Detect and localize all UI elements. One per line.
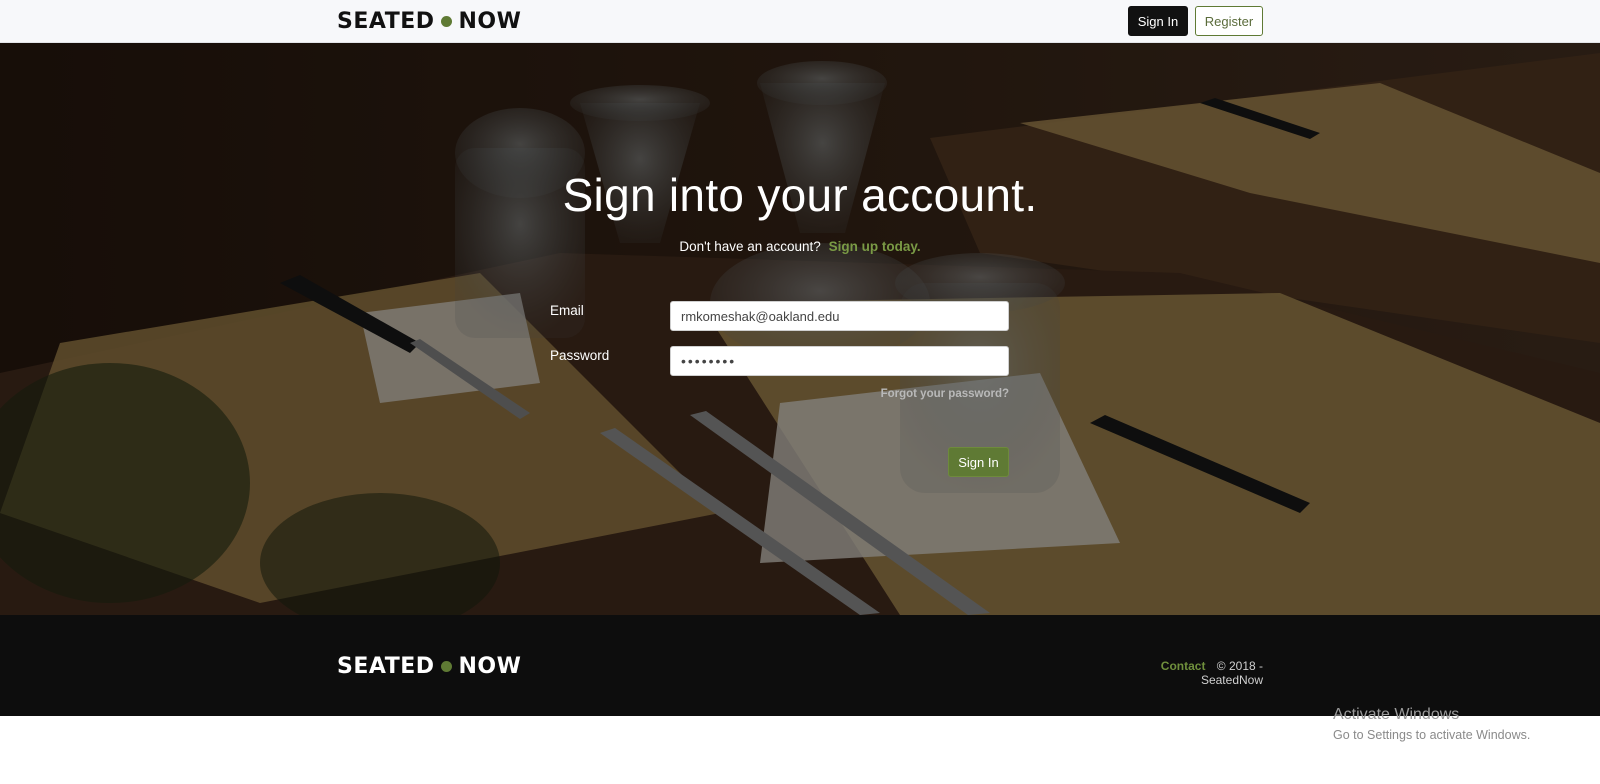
footer-brand-name-left: SEATED	[337, 653, 435, 679]
signup-link[interactable]: Sign up today.	[829, 239, 921, 254]
brand-logo[interactable]: SEATED NOW	[337, 8, 521, 34]
email-label: Email	[550, 303, 584, 318]
windows-activation-watermark: Activate Windows Go to Settings to activ…	[1333, 706, 1530, 742]
signup-prompt: Don't have an account? Sign up today.	[0, 239, 1600, 254]
forgot-password-link[interactable]: Forgot your password?	[870, 388, 1009, 400]
nav-signin-button[interactable]: Sign In	[1128, 6, 1188, 36]
footer-brand-logo[interactable]: SEATED NOW	[337, 653, 521, 679]
brand-name-right: NOW	[458, 8, 522, 34]
dot-icon	[440, 15, 452, 27]
password-field[interactable]	[670, 346, 1009, 376]
footer-brand-name-right: NOW	[458, 653, 522, 679]
top-navbar: SEATED NOW Sign In Register	[0, 0, 1600, 43]
page-title: Sign into your account.	[562, 169, 1038, 221]
signin-submit-button[interactable]: Sign In	[948, 447, 1009, 477]
password-label: Password	[550, 348, 610, 363]
nav-register-button[interactable]: Register	[1195, 6, 1263, 36]
dot-icon	[440, 660, 452, 672]
email-field[interactable]	[670, 301, 1009, 331]
footer-links: Contact © 2018 - SeatedNow	[1096, 659, 1263, 687]
signin-hero: Sign into your account. Don't have an ac…	[0, 43, 1600, 615]
brand-name-left: SEATED	[337, 8, 435, 34]
site-footer: SEATED NOW Contact © 2018 - SeatedNow	[0, 615, 1600, 716]
no-account-text: Don't have an account?	[679, 239, 821, 254]
copyright-text: © 2018 - SeatedNow	[1200, 659, 1263, 687]
watermark-subtitle: Go to Settings to activate Windows.	[1333, 728, 1531, 742]
watermark-title: Activate Windows	[1333, 706, 1460, 723]
contact-link[interactable]: Contact	[1161, 659, 1206, 673]
